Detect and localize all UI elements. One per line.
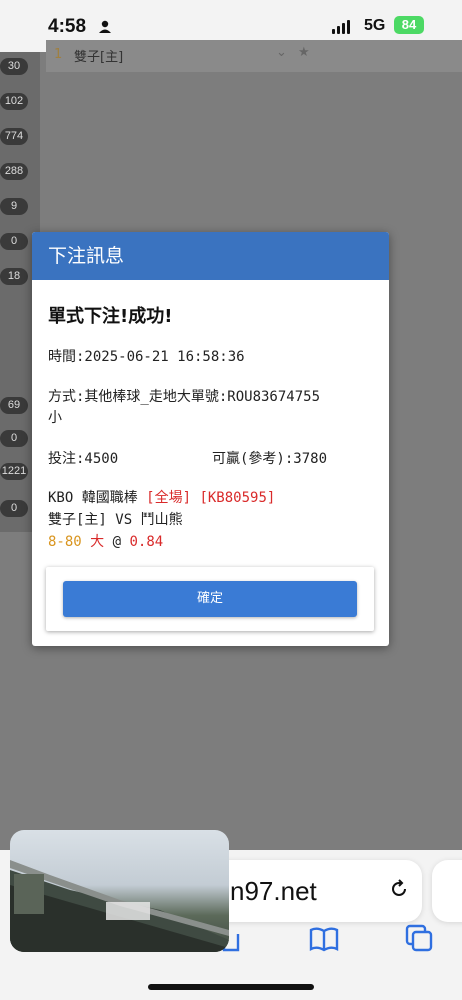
bet-pick: 大 <box>90 534 105 550</box>
chevron-down-icon: ⌄ <box>276 45 287 60</box>
bg-row-team: 雙子[主] <box>74 50 124 65</box>
battery-icon: 84 <box>394 16 424 34</box>
dialog-title: 下注訊息 <box>32 232 389 280</box>
bet-league-line: KBO 韓國職棒 [全場] [KB80595] <box>48 487 275 507</box>
status-time: 4:58 <box>48 16 87 37</box>
count-pill: 30 <box>0 58 28 75</box>
bg-match-row: 1 雙子[主] ⌄ ★ <box>46 40 462 72</box>
home-indicator <box>148 984 314 990</box>
count-pill: 102 <box>0 93 28 110</box>
stadium-image <box>10 860 229 952</box>
bet-potential-win: 可贏(參考):3780 <box>212 451 328 467</box>
url-text: n97.net <box>230 876 317 906</box>
bg-row-number: 1 <box>54 47 63 62</box>
bet-at: @ <box>112 534 122 550</box>
bet-info-dialog: 下注訊息 單式下注!成功! 時間:2025-06-21 16:58:36 方式:… <box>32 232 389 646</box>
count-pill: 1221 <box>0 463 28 480</box>
count-pill: 0 <box>0 430 28 447</box>
bet-odds: 0.84 <box>129 534 164 550</box>
network-label: 5G <box>364 17 386 34</box>
picture-in-picture-video[interactable] <box>10 830 229 952</box>
count-pill: 18 <box>0 268 28 285</box>
bet-method-side: 小 <box>48 410 62 426</box>
bookmarks-icon[interactable] <box>307 922 341 956</box>
count-pill: 69 <box>0 397 28 414</box>
bet-period: [全場] <box>146 490 192 506</box>
next-tab-preview[interactable] <box>432 860 462 922</box>
confirm-card: 確定 <box>46 567 374 631</box>
bet-code: [KB80595] <box>199 490 276 506</box>
confirm-button[interactable]: 確定 <box>63 581 357 617</box>
bet-method: 方式:其他棒球_走地大單號:ROU83674755 <box>48 389 321 405</box>
person-icon <box>99 20 111 33</box>
reload-icon[interactable] <box>388 878 410 900</box>
bet-selection-line: 8-80 大 @ 0.84 <box>48 531 163 551</box>
count-pill: 9 <box>0 198 28 215</box>
signal-icon <box>332 20 350 34</box>
success-heading: 單式下注!成功! <box>48 306 173 327</box>
bet-score: 8-80 <box>48 534 82 550</box>
count-pill: 774 <box>0 128 28 145</box>
bet-league: KBO 韓國職棒 <box>48 490 138 506</box>
tabs-icon[interactable] <box>403 922 437 956</box>
star-icon: ★ <box>298 45 310 60</box>
bet-teams: 雙子[主] VS 鬥山熊 <box>48 512 183 528</box>
bet-stake: 投注:4500 <box>48 451 119 467</box>
count-pill: 0 <box>0 500 28 517</box>
bet-time: 時間:2025-06-21 16:58:36 <box>48 349 245 365</box>
count-pill: 0 <box>0 233 28 250</box>
count-pill: 288 <box>0 163 28 180</box>
